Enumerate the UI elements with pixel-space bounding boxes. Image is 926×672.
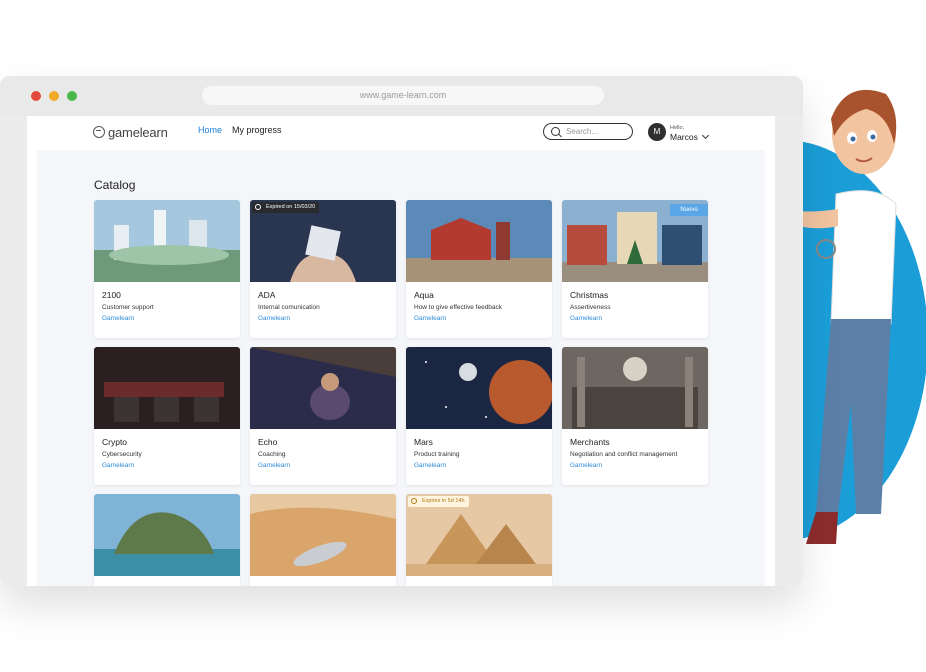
course-topic: Negotiation and conflict management	[570, 451, 678, 458]
clock-icon	[255, 204, 261, 210]
address-bar[interactable]: www.game-learn.com	[202, 86, 604, 105]
page-viewport: gamelearn Home My progress Search... M H…	[27, 116, 775, 586]
course-title: Aqua	[414, 290, 434, 300]
course-title: Christmas	[570, 290, 609, 300]
course-thumbnail	[406, 200, 552, 282]
course-provider: Gamelearn	[570, 462, 603, 469]
nav-link-home[interactable]: Home	[198, 125, 222, 135]
course-card-island[interactable]	[94, 494, 240, 586]
search-icon	[551, 127, 560, 136]
page-title: Catalog	[94, 178, 136, 192]
course-thumbnail	[94, 200, 240, 282]
course-title: Merchants	[570, 437, 610, 447]
course-card-desert[interactable]	[250, 494, 396, 586]
course-card-aqua[interactable]: Aqua How to give effective feedback Game…	[406, 200, 552, 338]
status-badge: Expired on 15/03/20	[252, 202, 320, 213]
course-topic: How to give effective feedback	[414, 304, 503, 311]
course-topic: Coaching	[258, 451, 286, 458]
logo-text: gamelearn	[108, 124, 168, 140]
course-card-mars[interactable]: Mars Product training Gamelearn	[406, 347, 552, 485]
course-provider: Gamelearn	[258, 315, 291, 322]
course-topic: Internal comunication	[258, 304, 320, 311]
status-badge: Expires in 5d 14h	[408, 496, 469, 507]
greeting-text: Hello,	[670, 125, 685, 131]
course-provider: Gamelearn	[414, 315, 447, 322]
course-card-crypto[interactable]: Crypto Cybersecurity Gamelearn	[94, 347, 240, 485]
course-card-pyramids[interactable]: Expires in 5d 14h	[406, 494, 552, 586]
user-menu[interactable]: Marcos	[670, 132, 698, 142]
course-thumbnail	[562, 347, 708, 429]
course-card-2100[interactable]: 2100 Customer support Gamelearn	[94, 200, 240, 338]
course-thumbnail	[250, 347, 396, 429]
badge-text: Expired on 15/03/20	[266, 204, 316, 210]
course-title: Echo	[258, 437, 278, 447]
new-badge: Nuevo	[670, 204, 708, 216]
course-card-christmas[interactable]: Nuevo Christmas Assertiveness Gamelearn	[562, 200, 708, 338]
course-provider: Gamelearn	[258, 462, 291, 469]
nav-link-my-progress[interactable]: My progress	[232, 125, 282, 135]
search-input[interactable]: Search...	[543, 123, 633, 140]
course-topic: Customer support	[102, 304, 154, 311]
browser-window: www.game-learn.com gamelearn Home My pro…	[0, 76, 803, 586]
search-placeholder: Search...	[566, 127, 599, 136]
maximize-window-button[interactable]	[67, 91, 77, 101]
course-provider: Gamelearn	[570, 315, 603, 322]
course-thumbnail	[94, 494, 240, 576]
catalog-section: Catalog 2100 Customer support Gamelearn	[37, 150, 765, 586]
clock-icon	[411, 498, 417, 504]
course-provider: Gamelearn	[102, 462, 135, 469]
close-window-button[interactable]	[31, 91, 41, 101]
course-provider: Gamelearn	[102, 315, 135, 322]
top-nav: gamelearn Home My progress Search... M H…	[27, 116, 775, 148]
course-thumbnail	[94, 347, 240, 429]
course-title: ADA	[258, 290, 276, 300]
course-card-merchants[interactable]: Merchants Negotiation and conflict manag…	[562, 347, 708, 485]
gamelearn-logo[interactable]: gamelearn	[93, 124, 168, 140]
course-card-echo[interactable]: Echo Coaching Gamelearn	[250, 347, 396, 485]
course-topic: Product training	[414, 451, 460, 458]
course-title: Mars	[414, 437, 433, 447]
course-card-ada[interactable]: Expired on 15/03/20 ADA Internal comunic…	[250, 200, 396, 338]
course-title: 2100	[102, 290, 121, 300]
logo-icon	[93, 126, 105, 138]
course-provider: Gamelearn	[414, 462, 447, 469]
avatar[interactable]: M	[648, 123, 666, 141]
browser-toolbar: www.game-learn.com	[0, 76, 803, 116]
course-thumbnail	[250, 494, 396, 576]
course-topic: Cybersecurity	[102, 451, 142, 458]
course-topic: Assertiveness	[570, 304, 611, 311]
course-thumbnail	[406, 347, 552, 429]
course-title: Crypto	[102, 437, 128, 447]
minimize-window-button[interactable]	[49, 91, 59, 101]
badge-text: Expires in 5d 14h	[422, 498, 465, 504]
chevron-down-icon[interactable]	[701, 131, 710, 140]
